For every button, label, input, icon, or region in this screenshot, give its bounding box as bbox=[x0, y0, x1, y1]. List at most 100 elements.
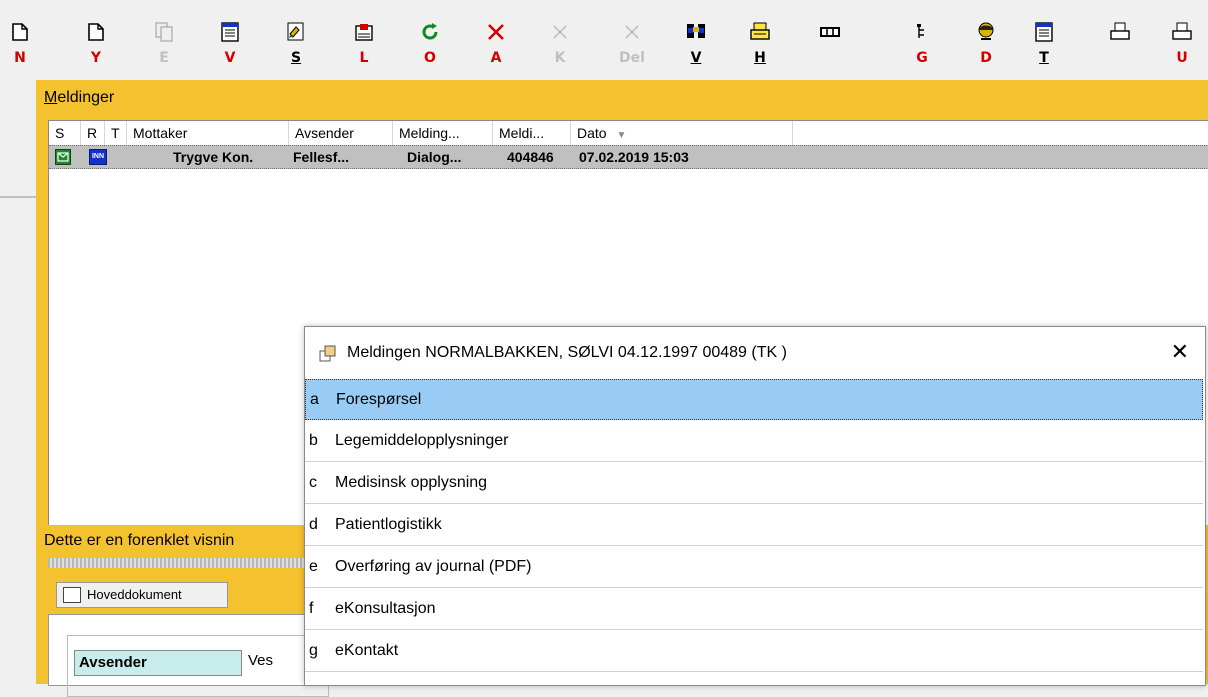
shortcut-key: N bbox=[14, 50, 26, 66]
panel-button[interactable] bbox=[810, 18, 850, 70]
refresh-button[interactable]: O bbox=[410, 18, 450, 70]
tree-button[interactable]: G bbox=[902, 18, 942, 70]
panel-icon bbox=[820, 27, 840, 37]
shortcut-key: T bbox=[1039, 50, 1049, 66]
column-header-dato-label: Dato bbox=[577, 125, 607, 141]
avsender-label: Avsender bbox=[74, 650, 242, 676]
new-document-icon bbox=[88, 23, 104, 41]
shortcut-key: H bbox=[754, 50, 766, 66]
envelope-icon bbox=[55, 149, 71, 165]
printer-icon bbox=[1110, 22, 1130, 40]
window-icon bbox=[319, 345, 336, 362]
shortcut-key: Y bbox=[90, 50, 102, 66]
option-letter: c bbox=[309, 474, 317, 491]
option-overforing-journal[interactable]: e Overføring av journal (PDF) bbox=[305, 547, 1203, 588]
option-letter: g bbox=[309, 642, 318, 659]
cell-melding: Dialog... bbox=[407, 149, 462, 165]
avsender-value: Ves bbox=[248, 652, 274, 669]
delete-button[interactable]: Del bbox=[612, 18, 652, 70]
option-medisinsk-opplysning[interactable]: c Medisinsk opplysning bbox=[305, 463, 1203, 504]
divider bbox=[0, 196, 36, 198]
info-text: Dette er en forenklet visnin bbox=[44, 532, 235, 549]
shortcut-key: S bbox=[290, 50, 302, 66]
notepad-text-button[interactable]: T bbox=[1024, 18, 1064, 70]
shortcut-key: V bbox=[690, 50, 702, 66]
shortcut-key: E bbox=[159, 50, 169, 66]
splitter-handle[interactable] bbox=[48, 558, 318, 568]
title-mnemonic: M bbox=[44, 89, 58, 106]
tree-icon bbox=[917, 24, 924, 38]
sign-button[interactable]: S bbox=[276, 18, 316, 70]
print-document-button[interactable]: H bbox=[740, 18, 780, 70]
printer-document-icon bbox=[750, 22, 770, 40]
option-label: Legemiddelopplysninger bbox=[335, 432, 509, 449]
send-button[interactable]: L bbox=[344, 18, 384, 70]
person-icon bbox=[978, 22, 994, 40]
column-header-dato[interactable]: Dato ▼ bbox=[571, 121, 793, 145]
option-letter: f bbox=[309, 600, 314, 617]
message-type-popup: Meldingen NORMALBAKKEN, SØLVI 04.12.1997… bbox=[304, 326, 1206, 686]
copy-document-button[interactable]: E bbox=[144, 18, 184, 70]
title-text: eldinger bbox=[57, 89, 115, 106]
shortcut-key: G bbox=[916, 50, 928, 66]
left-strip bbox=[0, 80, 36, 684]
sort-desc-icon: ▼ bbox=[616, 130, 627, 141]
column-header-avsender[interactable]: Avsender bbox=[289, 121, 393, 145]
delete-disabled-icon bbox=[625, 25, 639, 39]
tab-label: Hoveddokument bbox=[87, 587, 182, 602]
popup-title: Meldingen NORMALBAKKEN, SØLVI 04.12.1997… bbox=[347, 344, 787, 361]
notepad-button[interactable]: V bbox=[210, 18, 250, 70]
option-legemiddelopplysninger[interactable]: b Legemiddelopplysninger bbox=[305, 421, 1203, 462]
cell-mottaker: Trygve Kon. bbox=[173, 149, 254, 165]
option-ekonsultasjon[interactable]: f eKonsultasjon bbox=[305, 589, 1203, 630]
cell-meldi: 404846 bbox=[507, 149, 554, 165]
cancel-disabled-icon bbox=[553, 25, 567, 39]
cell-avsender: Fellesf... bbox=[293, 149, 350, 165]
person-button[interactable]: D bbox=[966, 18, 1006, 70]
search-button[interactable]: V bbox=[676, 18, 716, 70]
cancel-disabled-button[interactable]: K bbox=[540, 18, 580, 70]
cell-dato: 07.02.2019 15:03 bbox=[579, 149, 689, 165]
tab-hoveddokument[interactable]: Hoveddokument bbox=[56, 582, 228, 608]
new-document-button[interactable]: N bbox=[0, 18, 40, 70]
column-header-t[interactable]: T bbox=[105, 121, 127, 145]
refresh-icon bbox=[422, 23, 438, 40]
copy-document-icon bbox=[155, 22, 173, 42]
list-header: S R T Mottaker Avsender Melding... Meldi… bbox=[49, 121, 1208, 145]
shortcut-key: Del bbox=[619, 50, 645, 66]
column-header-s[interactable]: S bbox=[49, 121, 81, 145]
table-row[interactable]: INN Trygve Kon. Fellesf... Dialog... 404… bbox=[49, 145, 1208, 169]
cancel-icon bbox=[488, 24, 504, 40]
shortcut-key: V bbox=[224, 50, 236, 66]
option-label: Medisinsk opplysning bbox=[335, 474, 488, 491]
option-patientlogistikk[interactable]: d Patientlogistikk bbox=[305, 505, 1203, 546]
option-letter: a bbox=[310, 391, 319, 408]
option-foresporsel[interactable]: a Forespørsel bbox=[305, 379, 1203, 420]
print-alt-button[interactable]: U bbox=[1162, 18, 1202, 70]
sign-icon bbox=[287, 22, 304, 41]
new-document-alt-button[interactable]: Y bbox=[76, 18, 116, 70]
option-label: eKontakt bbox=[335, 642, 399, 659]
shortcut-key: D bbox=[980, 50, 992, 66]
column-header-meldi[interactable]: Meldi... bbox=[493, 121, 571, 145]
close-icon[interactable]: ✕ bbox=[1171, 339, 1189, 365]
column-header-mottaker[interactable]: Mottaker bbox=[127, 121, 289, 145]
binoculars-icon bbox=[687, 24, 705, 38]
notepad-icon bbox=[63, 587, 81, 603]
column-header-r[interactable]: R bbox=[81, 121, 105, 145]
option-label: Forespørsel bbox=[336, 391, 422, 408]
option-label: Overføring av journal (PDF) bbox=[335, 558, 532, 575]
cancel-button[interactable]: A bbox=[476, 18, 516, 70]
panel-title: Meldinger bbox=[44, 89, 114, 107]
shortcut-key: U bbox=[1176, 50, 1188, 66]
column-header-melding[interactable]: Melding... bbox=[393, 121, 493, 145]
print-button[interactable] bbox=[1100, 18, 1140, 70]
shortcut-key: K bbox=[554, 50, 566, 66]
popup-titlebar: Meldingen NORMALBAKKEN, SØLVI 04.12.1997… bbox=[305, 327, 1205, 379]
option-letter: b bbox=[309, 432, 318, 449]
send-icon bbox=[355, 24, 373, 41]
option-letter: e bbox=[309, 558, 318, 575]
option-ekontakt[interactable]: g eKontakt bbox=[305, 631, 1203, 672]
notepad-icon bbox=[1035, 22, 1053, 42]
document-view: Avsender Ves bbox=[48, 614, 340, 697]
